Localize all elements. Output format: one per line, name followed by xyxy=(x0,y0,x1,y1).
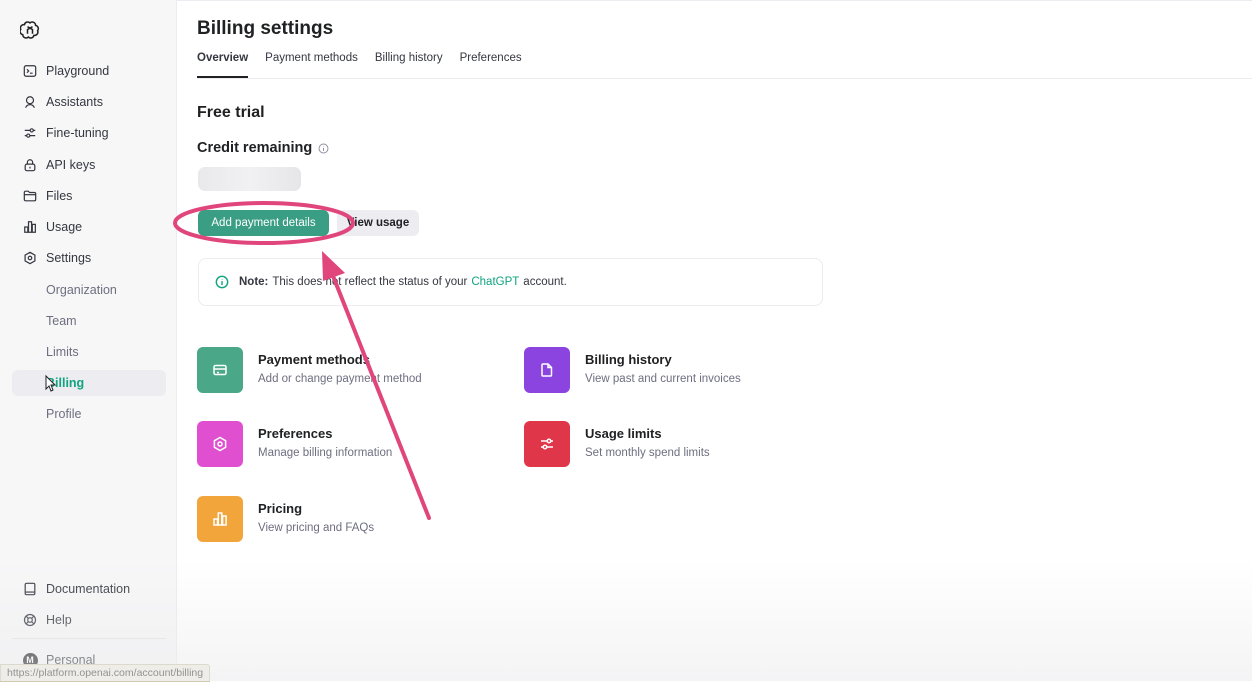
sidebar-item-playground[interactable]: Playground xyxy=(12,58,166,84)
card-title: Usage limits xyxy=(585,426,662,441)
sidebar-sub-team[interactable]: Team xyxy=(12,308,166,334)
document-icon xyxy=(524,347,570,393)
sliders-icon xyxy=(524,421,570,467)
info-circle-icon xyxy=(215,275,229,289)
lock-icon xyxy=(16,158,44,172)
sidebar-item-settings[interactable]: Settings xyxy=(12,245,166,271)
sliders-icon xyxy=(16,126,44,140)
openai-logo-icon[interactable] xyxy=(20,20,40,40)
sidebar-sub-profile[interactable]: Profile xyxy=(12,401,166,427)
top-divider xyxy=(177,0,1252,1)
sidebar-item-label: Fine-tuning xyxy=(46,126,109,140)
card-description: View past and current invoices xyxy=(585,373,741,385)
terminal-icon xyxy=(16,64,44,78)
view-usage-button[interactable]: View usage xyxy=(337,210,419,236)
tabs-divider xyxy=(197,78,1252,79)
sidebar: Playground Assistants Fine-tuning API ke… xyxy=(0,0,177,681)
assistant-icon xyxy=(16,95,44,109)
add-payment-details-button[interactable]: Add payment details xyxy=(198,210,329,236)
folder-icon xyxy=(16,189,44,203)
bar-chart-icon xyxy=(197,496,243,542)
sidebar-item-label: Assistants xyxy=(46,95,103,109)
card-pricing[interactable]: Pricing View pricing and FAQs xyxy=(197,496,374,542)
tab-preferences[interactable]: Preferences xyxy=(460,52,522,78)
credit-remaining-text: Credit remaining xyxy=(197,140,313,156)
card-title: Billing history xyxy=(585,352,672,367)
chatgpt-link[interactable]: ChatGPT xyxy=(471,276,519,288)
sidebar-sub-label: Organization xyxy=(46,283,117,297)
note-suffix: account. xyxy=(523,276,567,288)
sidebar-divider xyxy=(12,638,166,639)
sidebar-item-fine-tuning[interactable]: Fine-tuning xyxy=(12,120,166,146)
sidebar-item-documentation[interactable]: Documentation xyxy=(12,576,166,602)
gear-icon xyxy=(197,421,243,467)
card-billing-history[interactable]: Billing history View past and current in… xyxy=(524,347,741,393)
sidebar-sub-label: Limits xyxy=(46,345,79,359)
main-content: Billing settings Overview Payment method… xyxy=(177,0,1252,681)
card-description: View pricing and FAQs xyxy=(258,522,375,534)
card-title: Preferences xyxy=(258,426,333,441)
card-title: Payment methods xyxy=(258,352,370,367)
section-title: Free trial xyxy=(197,104,265,121)
card-title: Pricing xyxy=(258,501,303,516)
credit-amount-redacted xyxy=(198,167,301,191)
sidebar-item-label: Usage xyxy=(46,220,83,234)
card-description: Set monthly spend limits xyxy=(585,447,710,459)
sidebar-sub-billing[interactable]: Billing xyxy=(12,370,166,396)
tab-bar: Overview Payment methods Billing history… xyxy=(197,52,522,78)
note-prefix: Note: xyxy=(239,276,269,288)
tab-overview[interactable]: Overview xyxy=(197,52,249,78)
info-icon[interactable] xyxy=(318,143,329,154)
sidebar-item-label: Documentation xyxy=(46,582,131,596)
note-banner: Note: This does not reflect the status o… xyxy=(198,258,823,306)
card-preferences[interactable]: Preferences Manage billing information xyxy=(197,421,392,467)
credit-card-icon xyxy=(197,347,243,393)
credit-remaining-label: Credit remaining xyxy=(197,140,329,156)
sidebar-item-api-keys[interactable]: API keys xyxy=(12,152,166,178)
sidebar-item-label: API keys xyxy=(46,158,96,172)
page-title: Billing settings xyxy=(197,18,334,39)
book-icon xyxy=(16,582,44,596)
sidebar-item-label: Help xyxy=(46,613,72,627)
sidebar-item-label: Settings xyxy=(46,251,92,265)
sidebar-sub-limits[interactable]: Limits xyxy=(12,339,166,365)
card-description: Manage billing information xyxy=(258,447,393,459)
card-usage-limits[interactable]: Usage limits Set monthly spend limits xyxy=(524,421,710,467)
sidebar-sub-organization[interactable]: Organization xyxy=(12,277,166,303)
note-text: This does not reflect the status of your xyxy=(272,276,468,288)
card-description: Add or change payment method xyxy=(258,373,422,385)
tab-payment-methods[interactable]: Payment methods xyxy=(265,52,358,78)
bar-chart-icon xyxy=(16,220,44,234)
sidebar-item-usage[interactable]: Usage xyxy=(12,214,166,240)
sidebar-sub-label: Team xyxy=(46,314,77,328)
tab-billing-history[interactable]: Billing history xyxy=(375,52,443,78)
sidebar-item-files[interactable]: Files xyxy=(12,183,166,209)
sidebar-sub-label: Profile xyxy=(46,407,82,421)
lifebuoy-icon xyxy=(16,613,44,627)
sidebar-item-assistants[interactable]: Assistants xyxy=(12,89,166,115)
sidebar-item-label: Files xyxy=(46,189,73,203)
sidebar-sub-label: Billing xyxy=(46,376,85,390)
card-payment-methods[interactable]: Payment methods Add or change payment me… xyxy=(197,347,422,393)
gear-icon xyxy=(16,251,44,265)
sidebar-item-label: Playground xyxy=(46,64,110,78)
sidebar-item-help[interactable]: Help xyxy=(12,607,166,633)
